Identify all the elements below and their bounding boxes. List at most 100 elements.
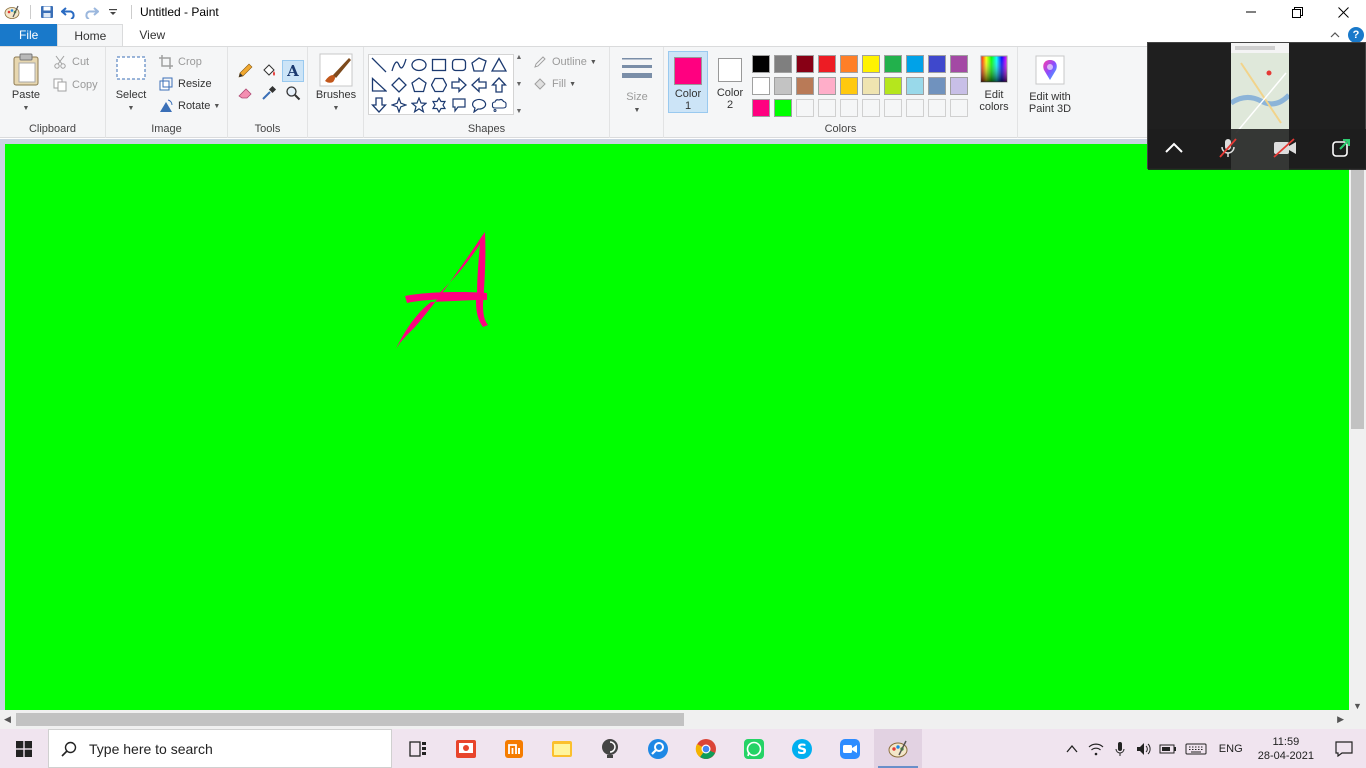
- palette-color-swatch[interactable]: [926, 53, 948, 75]
- shapes-expand-icon[interactable]: ▼: [516, 108, 523, 115]
- palette-color-swatch[interactable]: [948, 75, 970, 97]
- diamond-shape-icon[interactable]: [389, 75, 409, 95]
- size-dropdown-icon[interactable]: ▼: [634, 105, 641, 117]
- redo-icon[interactable]: [81, 2, 101, 22]
- paste-dropdown-icon[interactable]: ▼: [23, 103, 30, 115]
- vertical-scrollbar[interactable]: ▼: [1349, 139, 1366, 713]
- right-triangle-shape-icon[interactable]: [369, 75, 389, 95]
- up-arrow-shape-icon[interactable]: [489, 75, 509, 95]
- palette-color-swatch[interactable]: [838, 53, 860, 75]
- hexagon-shape-icon[interactable]: [429, 75, 449, 95]
- color1-button[interactable]: Color 1: [668, 51, 708, 113]
- palette-color-swatch[interactable]: [904, 53, 926, 75]
- six-point-star-icon[interactable]: [429, 95, 449, 115]
- wifi-icon[interactable]: [1084, 729, 1108, 768]
- start-button[interactable]: [0, 729, 48, 768]
- battery-icon[interactable]: [1156, 729, 1180, 768]
- pentagon-shape-icon[interactable]: [409, 75, 429, 95]
- cloud-callout-icon[interactable]: [489, 95, 509, 115]
- palette-color-swatch[interactable]: [772, 75, 794, 97]
- shapes-scroll-up-icon[interactable]: ▲: [516, 54, 523, 61]
- palette-color-swatch[interactable]: [750, 97, 772, 119]
- minimize-button[interactable]: [1228, 0, 1274, 24]
- maximize-button[interactable]: [1274, 0, 1320, 24]
- chrome-icon[interactable]: [682, 729, 730, 768]
- close-button[interactable]: [1320, 0, 1366, 24]
- edit-colors-button[interactable]: Edit colors: [974, 55, 1014, 113]
- palette-color-swatch[interactable]: [904, 75, 926, 97]
- paint-app-icon[interactable]: [2, 2, 22, 22]
- palette-color-swatch[interactable]: [794, 53, 816, 75]
- task-view-icon[interactable]: [394, 729, 442, 768]
- shapes-scroll-down-icon[interactable]: ▼: [516, 81, 523, 88]
- language-indicator[interactable]: ENG: [1212, 729, 1250, 768]
- polygon-shape-icon[interactable]: [469, 55, 489, 75]
- shapes-scroll[interactable]: ▲ ▼ ▼: [514, 54, 524, 115]
- palette-color-swatch[interactable]: [948, 53, 970, 75]
- palette-color-swatch[interactable]: [772, 97, 794, 119]
- palette-color-swatch[interactable]: [816, 75, 838, 97]
- palette-color-swatch[interactable]: [838, 75, 860, 97]
- outline-dropdown-icon[interactable]: ▼: [590, 59, 597, 66]
- volume-icon[interactable]: [1132, 729, 1156, 768]
- horizontal-scrollbar[interactable]: ◀ ▶: [0, 710, 1366, 729]
- save-icon[interactable]: [37, 2, 57, 22]
- collapse-ribbon-icon[interactable]: [1330, 30, 1340, 41]
- stop-video-icon[interactable]: [1272, 138, 1298, 161]
- chevron-up-icon[interactable]: [1164, 142, 1184, 157]
- notifications-icon[interactable]: [1322, 729, 1366, 768]
- palette-color-swatch[interactable]: [860, 75, 882, 97]
- clock[interactable]: 11:59 28-04-2021: [1250, 735, 1322, 763]
- share-screen-icon[interactable]: [1331, 138, 1351, 161]
- fill-dropdown-icon[interactable]: ▼: [569, 81, 576, 88]
- right-arrow-shape-icon[interactable]: [449, 75, 469, 95]
- left-arrow-shape-icon[interactable]: [469, 75, 489, 95]
- brushes-dropdown-icon[interactable]: ▼: [333, 103, 340, 115]
- tips-icon[interactable]: [586, 729, 634, 768]
- taskbar-search-box[interactable]: Type here to search: [48, 729, 392, 768]
- text-icon[interactable]: A: [282, 60, 304, 82]
- tab-file[interactable]: File: [0, 24, 58, 46]
- rounded-callout-icon[interactable]: [449, 95, 469, 115]
- help-icon[interactable]: ?: [1348, 27, 1364, 43]
- palette-color-swatch[interactable]: [772, 53, 794, 75]
- resize-button[interactable]: Resize: [158, 74, 212, 94]
- five-point-star-icon[interactable]: [409, 95, 429, 115]
- fill-button[interactable]: Fill ▼: [532, 74, 576, 94]
- palette-color-swatch[interactable]: [750, 75, 772, 97]
- palette-empty-slot[interactable]: [860, 97, 882, 119]
- presentation-app-icon[interactable]: [442, 729, 490, 768]
- mute-mic-icon[interactable]: [1217, 137, 1239, 162]
- show-hidden-icons[interactable]: [1060, 729, 1084, 768]
- palette-color-swatch[interactable]: [750, 53, 772, 75]
- oval-callout-icon[interactable]: [469, 95, 489, 115]
- color-picker-icon[interactable]: [258, 82, 280, 104]
- sticky-notes-icon[interactable]: [538, 729, 586, 768]
- crop-button[interactable]: Crop: [158, 52, 202, 72]
- skype-icon[interactable]: S: [778, 729, 826, 768]
- palette-color-swatch[interactable]: [882, 53, 904, 75]
- zoom-icon[interactable]: [826, 729, 874, 768]
- down-arrow-shape-icon[interactable]: [369, 95, 389, 115]
- search-tool-icon[interactable]: [634, 729, 682, 768]
- palette-color-swatch[interactable]: [794, 75, 816, 97]
- drawing-canvas[interactable]: [5, 144, 1349, 710]
- size-button[interactable]: Size ▼: [618, 55, 656, 117]
- select-button[interactable]: Select ▼: [112, 53, 150, 115]
- palette-empty-slot[interactable]: [816, 97, 838, 119]
- select-dropdown-icon[interactable]: ▼: [128, 103, 135, 115]
- oval-shape-icon[interactable]: [409, 55, 429, 75]
- palette-empty-slot[interactable]: [948, 97, 970, 119]
- palette-color-swatch[interactable]: [926, 75, 948, 97]
- rectangle-shape-icon[interactable]: [429, 55, 449, 75]
- scroll-left-icon[interactable]: ◀: [4, 714, 11, 725]
- tab-home[interactable]: Home: [57, 24, 124, 46]
- color2-button[interactable]: Color 2: [710, 51, 750, 113]
- palette-color-swatch[interactable]: [882, 75, 904, 97]
- copy-button[interactable]: Copy: [52, 75, 98, 95]
- paste-button[interactable]: Paste ▼: [6, 53, 46, 115]
- paint-icon[interactable]: [874, 729, 922, 768]
- vertical-scroll-thumb[interactable]: [1351, 169, 1364, 429]
- keyboard-icon[interactable]: [1180, 729, 1212, 768]
- cut-button[interactable]: Cut: [52, 52, 89, 72]
